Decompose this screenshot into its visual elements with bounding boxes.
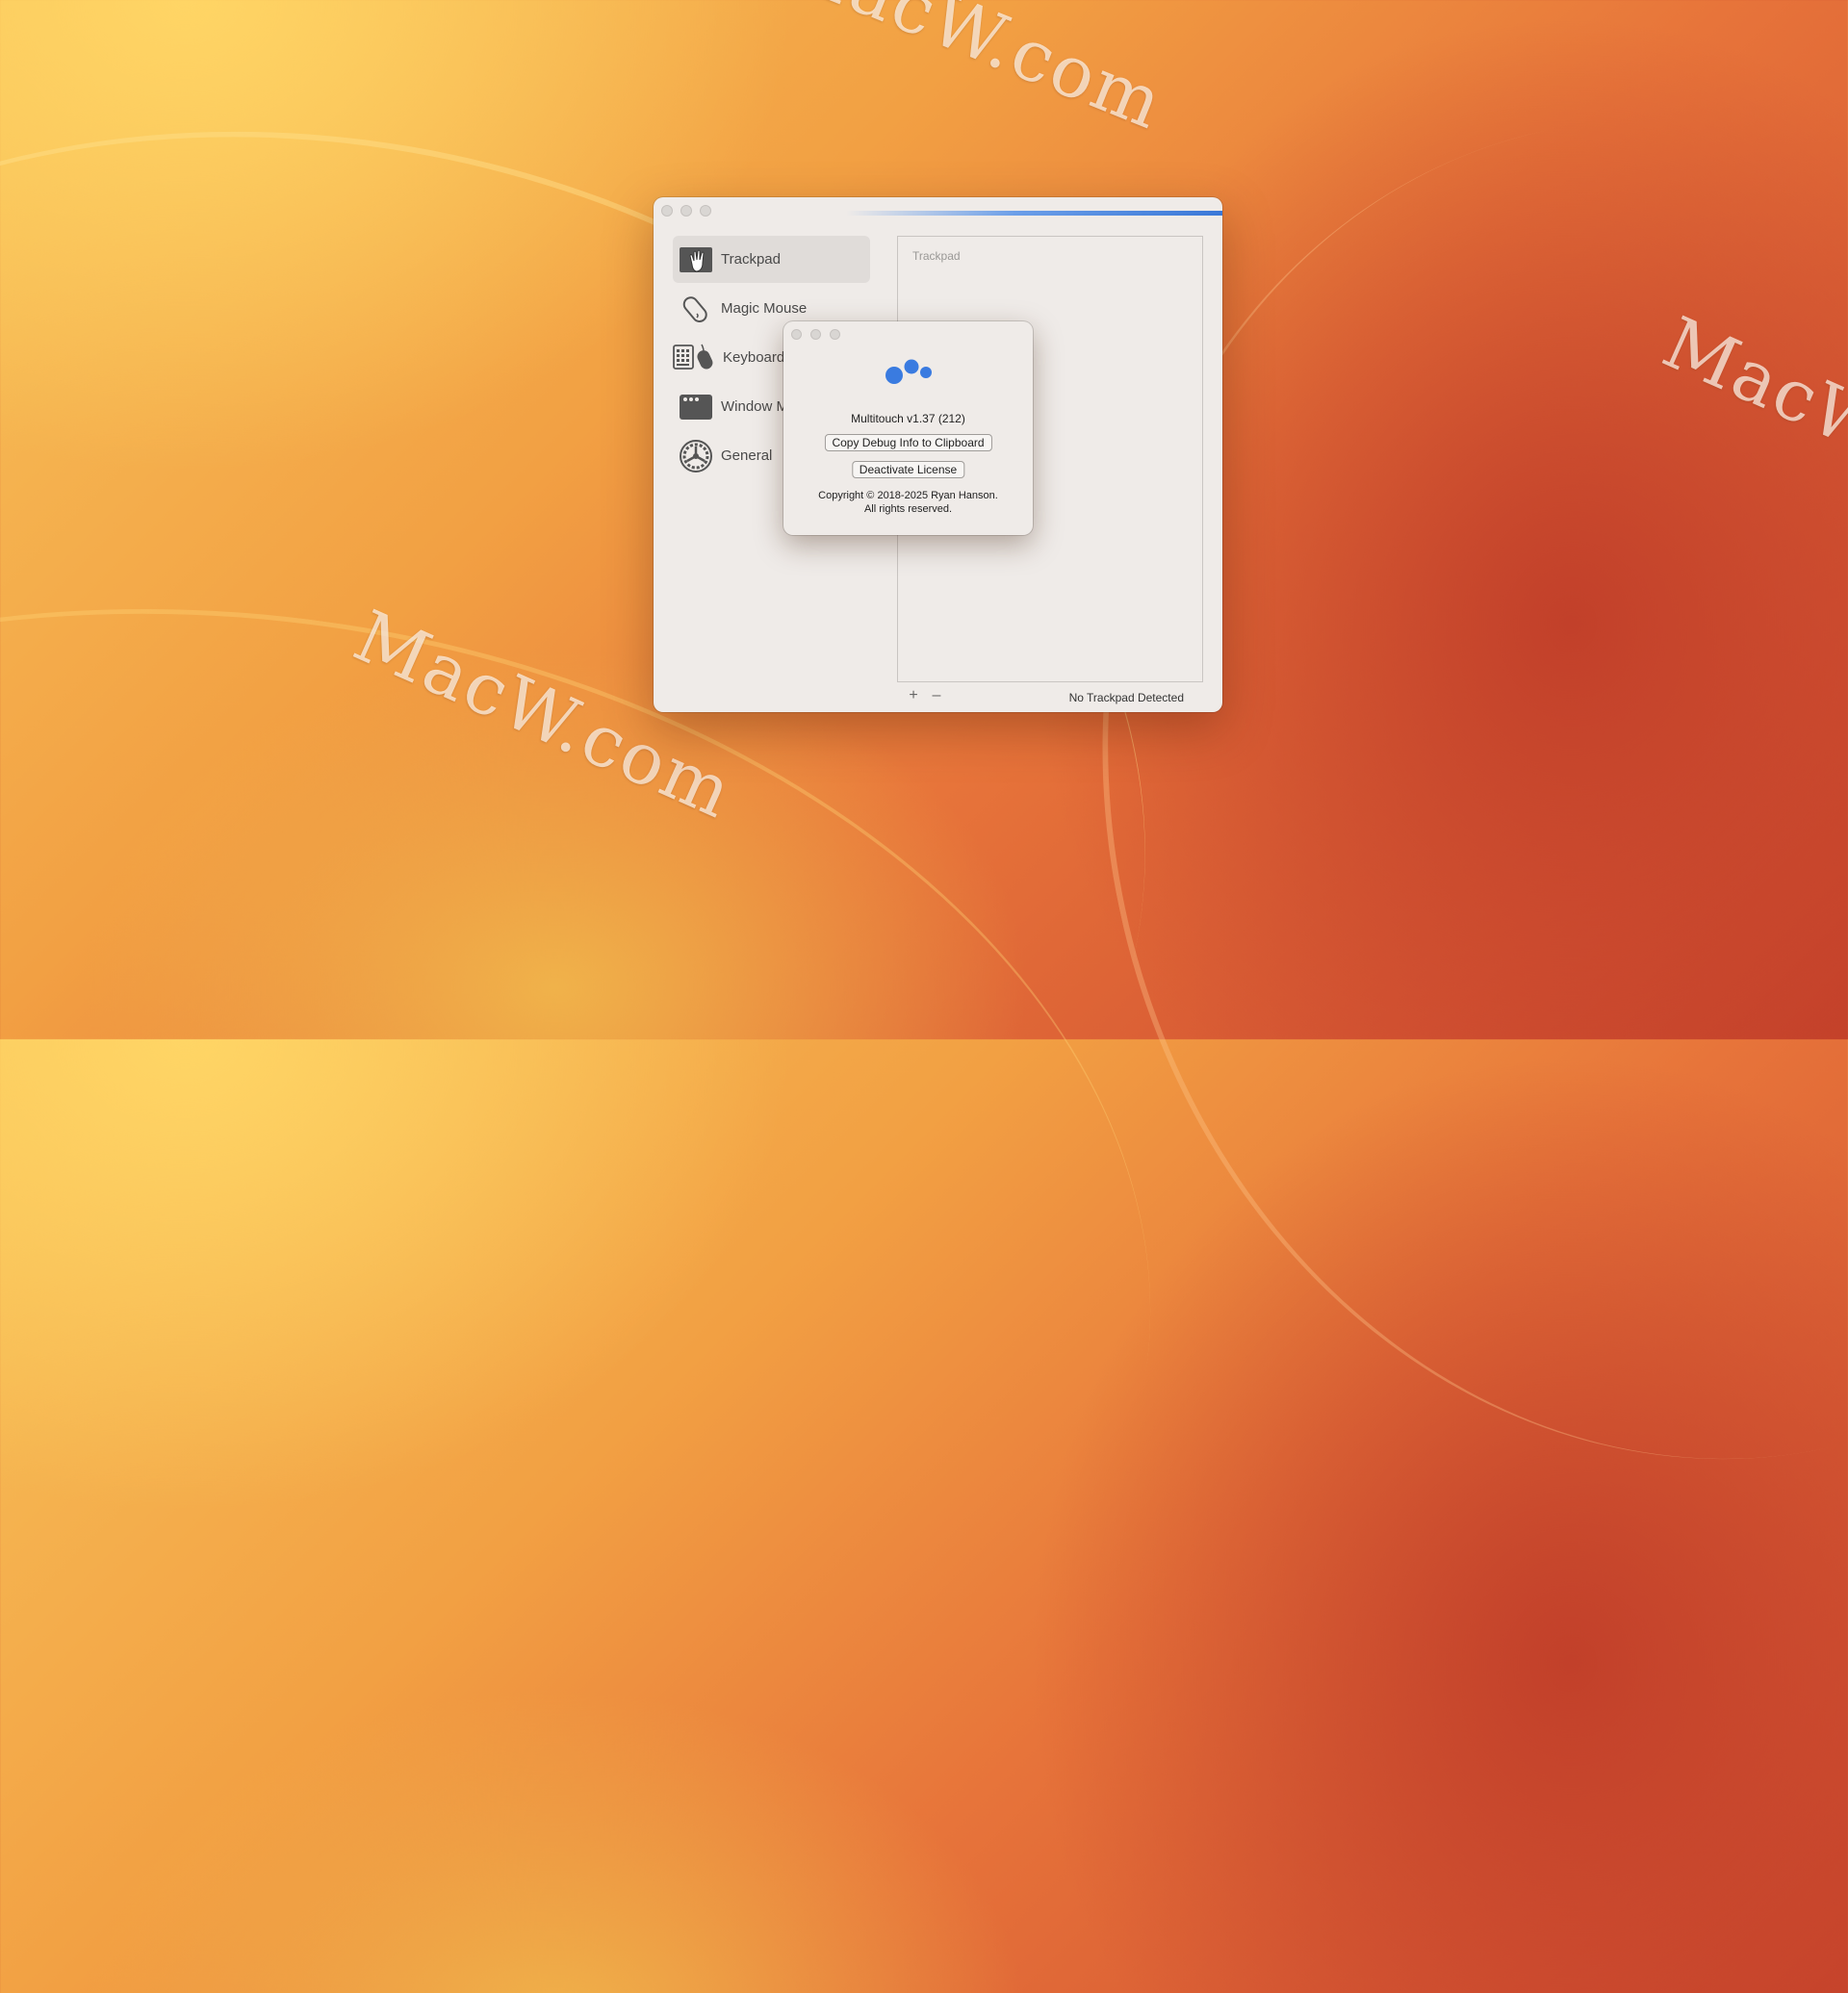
remove-button[interactable]: – bbox=[928, 687, 945, 704]
app-version: Multitouch v1.37 (212) bbox=[851, 412, 965, 425]
wallpaper-curve bbox=[0, 495, 1234, 1993]
watermark: MacW.com bbox=[769, 0, 1175, 146]
deactivate-license-button[interactable]: Deactivate License bbox=[851, 461, 965, 478]
title-bar[interactable] bbox=[654, 197, 1222, 224]
close-button[interactable] bbox=[661, 205, 673, 217]
sidebar-item-trackpad[interactable]: Trackpad bbox=[673, 236, 870, 283]
minimize-button[interactable] bbox=[810, 329, 821, 340]
zoom-button[interactable] bbox=[830, 329, 840, 340]
copy-debug-info-button[interactable]: Copy Debug Info to Clipboard bbox=[824, 434, 992, 451]
app-logo-icon bbox=[783, 354, 1033, 393]
zoom-button[interactable] bbox=[700, 205, 711, 217]
copyright-text: Copyright © 2018-2025 Ryan Hanson. All r… bbox=[783, 489, 1033, 516]
close-button[interactable] bbox=[791, 329, 802, 340]
copyright-line: Copyright © 2018-2025 Ryan Hanson. bbox=[818, 490, 998, 501]
copyright-line: All rights reserved. bbox=[863, 503, 953, 515]
sidebar-item-label: General bbox=[721, 447, 773, 464]
sidebar-item-label: Keyboard bbox=[723, 349, 785, 366]
title-bar-progress-line bbox=[846, 211, 1222, 216]
keyboard-mouse-icon bbox=[673, 341, 715, 375]
add-button[interactable]: + bbox=[905, 687, 922, 704]
about-dialog: Multitouch v1.37 (212) Copy Debug Info t… bbox=[783, 321, 1033, 535]
gear-icon bbox=[679, 439, 713, 473]
status-label: No Trackpad Detected bbox=[1068, 691, 1184, 704]
sidebar-item-label: Magic Mouse bbox=[721, 300, 808, 317]
watermark: MacW.com bbox=[1651, 301, 1848, 542]
magic-mouse-icon bbox=[679, 292, 713, 326]
trackpad-hand-icon bbox=[679, 243, 713, 277]
panel-title: Trackpad bbox=[912, 249, 961, 263]
sidebar-item-label: Trackpad bbox=[721, 251, 781, 268]
sidebar-item-label: Window M bbox=[721, 398, 789, 415]
window-icon bbox=[679, 390, 713, 424]
minimize-button[interactable] bbox=[680, 205, 692, 217]
